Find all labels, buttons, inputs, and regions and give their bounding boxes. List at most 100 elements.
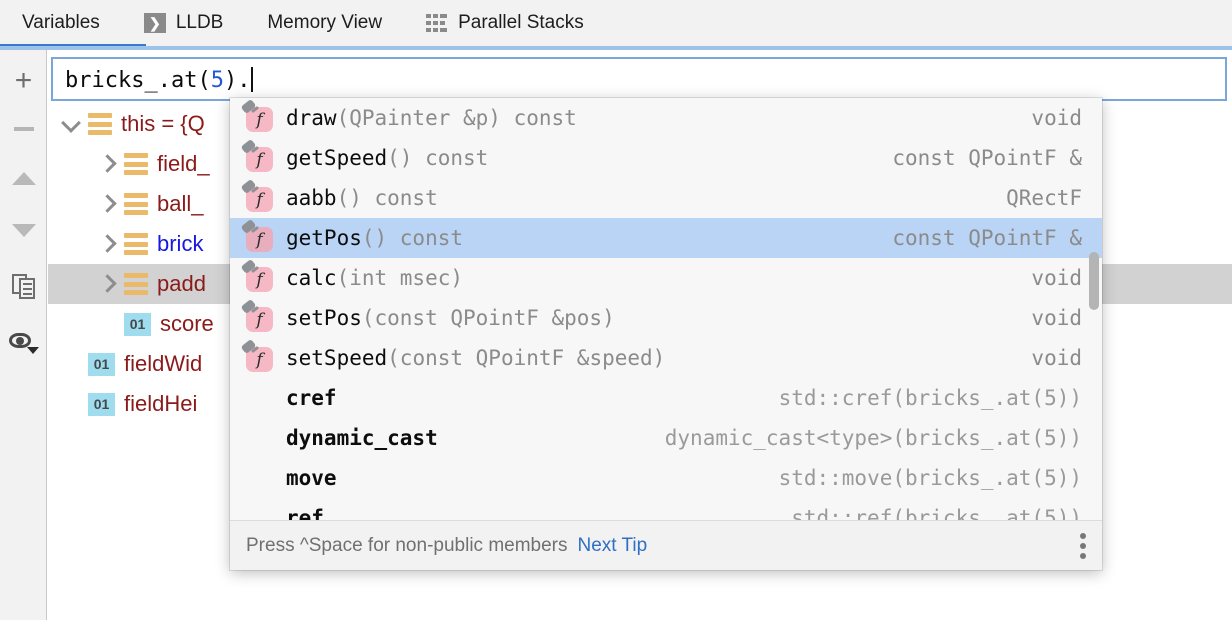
terminal-icon: ❯: [144, 13, 166, 33]
code-completion-popup[interactable]: f draw (QPainter &p) const void f getSpe…: [230, 98, 1102, 570]
tab-parallel-stacks[interactable]: Parallel Stacks: [404, 0, 606, 46]
object-icon: [88, 113, 112, 135]
completion-name: setPos: [286, 306, 362, 330]
method-icon: f: [244, 144, 274, 172]
input-focus-border: [0, 46, 1232, 50]
completion-return-type: const QPointF &: [892, 226, 1082, 250]
method-icon: f: [244, 104, 274, 132]
completion-expansion: std::ref(bricks_.at(5)): [791, 506, 1082, 520]
completion-hint: Press ^Space for non-public members: [246, 535, 568, 557]
scrollbar-thumb[interactable]: [1089, 252, 1099, 310]
arrow-down-icon: [12, 224, 36, 237]
tab-variables[interactable]: Variables: [0, 0, 122, 46]
completion-name: cref: [286, 386, 337, 410]
tab-memory-view[interactable]: Memory View: [245, 0, 404, 46]
completion-expansion: std::move(bricks_.at(5)): [779, 466, 1082, 490]
completion-name: getPos: [286, 226, 362, 250]
move-up-button[interactable]: [0, 155, 47, 202]
expression-number: 5: [211, 68, 224, 93]
method-icon: f: [244, 184, 274, 212]
primitive-icon: 01: [88, 353, 115, 376]
completion-scrollbar[interactable]: [1089, 100, 1099, 518]
completion-name: dynamic_cast: [286, 426, 438, 450]
list-item[interactable]: dynamic_cast dynamic_cast<type>(bricks_.…: [230, 418, 1102, 458]
tab-lldb[interactable]: ❯ LLDB: [122, 0, 246, 46]
object-icon: [124, 193, 148, 215]
add-icon: +: [15, 66, 33, 96]
variable-name: score: [160, 311, 214, 337]
chevron-down-icon[interactable]: [60, 113, 82, 135]
tab-parallel-stacks-label: Parallel Stacks: [458, 12, 584, 34]
move-down-button[interactable]: [0, 207, 47, 254]
variable-name: brick: [157, 231, 203, 257]
completion-name: aabb: [286, 186, 337, 210]
list-item[interactable]: f draw (QPainter &p) const void: [230, 98, 1102, 138]
list-item[interactable]: f aabb () const QRectF: [230, 178, 1102, 218]
completion-signature: (const QPointF &pos): [362, 306, 615, 330]
completion-signature: () const: [362, 226, 463, 250]
completion-return-type: void: [1031, 266, 1082, 290]
chevron-right-icon[interactable]: [96, 193, 118, 215]
completion-expansion: dynamic_cast<type>(bricks_.at(5)): [665, 426, 1082, 450]
remove-icon: [14, 127, 34, 131]
list-item[interactable]: cref std::cref(bricks_.at(5)): [230, 378, 1102, 418]
expression-input[interactable]: bricks_.at(5).: [51, 57, 1227, 101]
add-watch-button[interactable]: +: [0, 57, 47, 104]
expression-text: bricks_.at(5).: [65, 67, 253, 93]
primitive-icon: 01: [88, 393, 115, 416]
completion-return-type: void: [1031, 306, 1082, 330]
completion-signature: (const QPointF &speed): [387, 346, 665, 370]
list-item[interactable]: f getSpeed () const const QPointF &: [230, 138, 1102, 178]
list-item[interactable]: f calc (int msec) void: [230, 258, 1102, 298]
remove-watch-button[interactable]: [0, 105, 47, 152]
chevron-right-icon[interactable]: [96, 153, 118, 175]
tab-variables-label: Variables: [22, 12, 100, 34]
variable-name: fieldWid: [124, 351, 202, 377]
method-icon: f: [244, 264, 274, 292]
variable-name: ball_: [157, 191, 203, 217]
completion-signature: () const: [337, 186, 438, 210]
watch-settings-button[interactable]: [0, 318, 47, 365]
object-icon: [124, 233, 148, 255]
completion-name: setSpeed: [286, 346, 387, 370]
completion-return-type: void: [1031, 346, 1082, 370]
completion-name: ref: [286, 506, 324, 520]
list-item[interactable]: move std::move(bricks_.at(5)): [230, 458, 1102, 498]
variable-name: this = {Q: [121, 111, 205, 137]
completion-name: move: [286, 466, 337, 490]
debugger-variables-panel: Variables ❯ LLDB Memory View Parallel St…: [0, 0, 1232, 620]
completion-return-type: const QPointF &: [892, 146, 1082, 170]
list-item[interactable]: f setSpeed (const QPointF &speed) void: [230, 338, 1102, 378]
more-vertical-icon[interactable]: [1080, 533, 1086, 559]
completion-signature: (QPainter &p) const: [337, 106, 577, 130]
completion-signature: () const: [387, 146, 488, 170]
next-tip-link[interactable]: Next Tip: [578, 535, 648, 557]
tab-bar: Variables ❯ LLDB Memory View Parallel St…: [0, 0, 1232, 46]
method-icon: f: [244, 224, 274, 252]
completion-name: getSpeed: [286, 146, 387, 170]
eye-icon: [9, 331, 39, 353]
completion-name: calc: [286, 266, 337, 290]
object-icon: [124, 153, 148, 175]
copy-value-button[interactable]: [0, 262, 47, 309]
list-item[interactable]: ref std::ref(bricks_.at(5)): [230, 498, 1102, 520]
tab-lldb-label: LLDB: [176, 12, 224, 34]
list-item-selected[interactable]: f getPos () const const QPointF &: [230, 218, 1102, 258]
copy-icon: [12, 274, 36, 298]
method-icon: f: [244, 344, 274, 372]
completion-footer: Press ^Space for non-public members Next…: [230, 520, 1102, 570]
chevron-right-icon[interactable]: [96, 233, 118, 255]
variable-name: field_: [157, 151, 210, 177]
primitive-icon: 01: [124, 313, 151, 336]
tab-memory-view-label: Memory View: [267, 12, 382, 34]
completion-signature: (int msec): [337, 266, 463, 290]
expression-prefix: bricks_.at(: [65, 68, 211, 93]
completion-expansion: std::cref(bricks_.at(5)): [779, 386, 1082, 410]
method-icon: f: [244, 304, 274, 332]
stacks-grid-icon: [426, 14, 448, 32]
chevron-right-icon[interactable]: [96, 273, 118, 295]
expression-suffix: ).: [224, 68, 251, 93]
object-icon: [124, 273, 148, 295]
list-item[interactable]: f setPos (const QPointF &pos) void: [230, 298, 1102, 338]
completion-list[interactable]: f draw (QPainter &p) const void f getSpe…: [230, 98, 1102, 520]
